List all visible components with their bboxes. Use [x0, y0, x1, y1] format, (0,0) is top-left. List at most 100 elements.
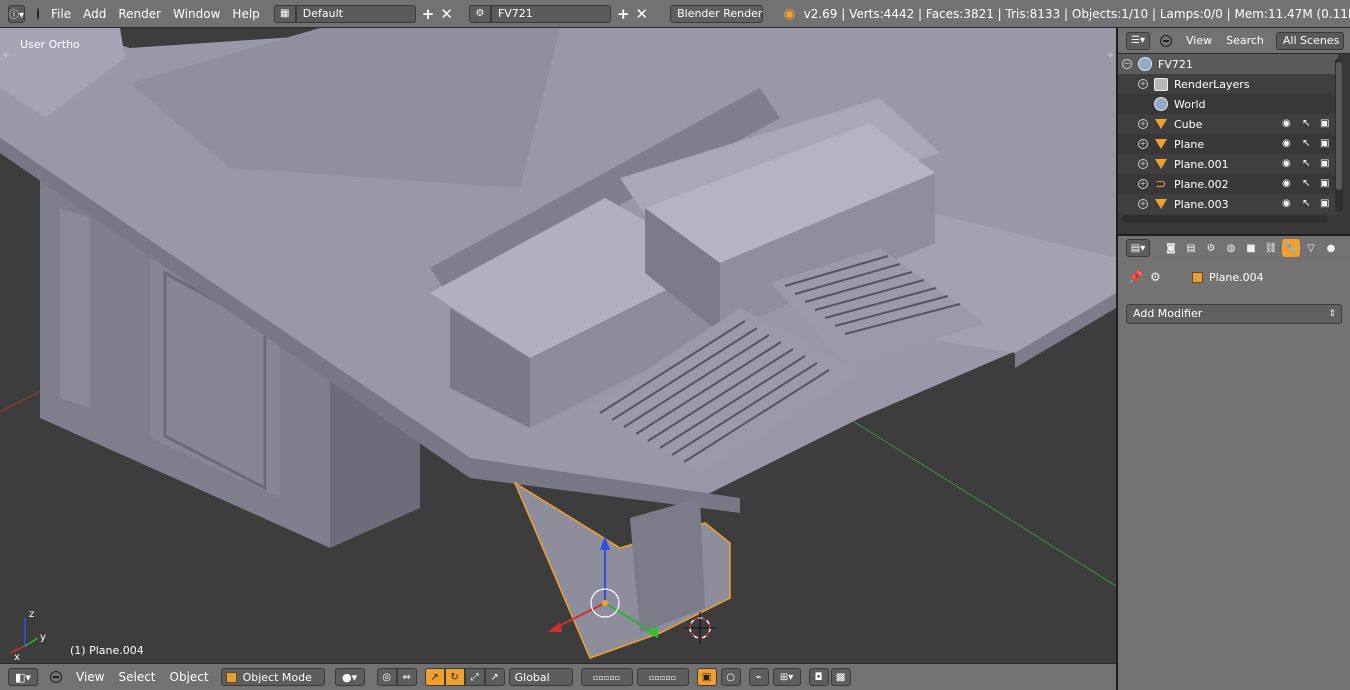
layers-top-row[interactable]: ▫▫▫▫▫ [580, 668, 633, 686]
properties-editor-type-icon[interactable]: ▤▾ [1126, 239, 1150, 257]
layers-bottom-row[interactable]: ▫▫▫▫▫ [636, 668, 689, 686]
world-icon[interactable]: ◍ [1222, 239, 1240, 257]
outliner-item-label[interactable]: Plane.002 [1174, 178, 1229, 191]
menu-render[interactable]: Render [118, 7, 161, 21]
render-icon[interactable]: ◙ [1162, 239, 1180, 257]
outliner-horizontal-scrollbar[interactable] [1122, 215, 1328, 223]
pivot-point-icon[interactable]: ◎ [376, 668, 397, 686]
remove-screen-icon[interactable]: ✕ [440, 5, 453, 23]
viewport-shading-select[interactable]: ●▾ [334, 668, 365, 686]
outliner-item-label[interactable]: FV721 [1158, 58, 1193, 71]
select-cursor-icon[interactable]: ↖ [1302, 198, 1310, 209]
render-camera-icon[interactable]: ▣ [1320, 198, 1329, 209]
material-icon[interactable]: ● [1322, 239, 1340, 257]
expand-toggle-icon[interactable]: + [1138, 159, 1148, 169]
outliner-row[interactable]: World [1118, 94, 1338, 114]
eye-icon[interactable]: ◉ [1282, 118, 1291, 129]
outliner-item-label[interactable]: RenderLayers [1174, 78, 1250, 91]
lock-camera-icon[interactable]: ▣ [696, 668, 717, 686]
remove-scene-icon[interactable]: ✕ [636, 5, 649, 23]
curve-object-icon: ⊃ [1155, 176, 1167, 192]
screen-layout-icon[interactable]: ▦ [273, 4, 296, 23]
scene-icon [1138, 57, 1152, 71]
mode-select[interactable]: Object Mode [220, 668, 325, 686]
scale-manipulator-icon[interactable]: ⤢ [464, 668, 485, 686]
menu-object[interactable]: Object [170, 670, 209, 684]
object-icon[interactable]: ■ [1242, 239, 1260, 257]
outliner-item-label[interactable]: Plane.001 [1174, 158, 1229, 171]
menu-select[interactable]: Select [118, 670, 155, 684]
properties-header: ▤▾ ◙ ▤ ⚙ ◍ ■ ⛓ 🔧 ▽ ● [1118, 234, 1350, 260]
render-layers-icon[interactable]: ▤ [1182, 239, 1200, 257]
outliner-tree[interactable]: − FV721 + RenderLayers World + Cube ◉ ↖ ▣ + Plane ◉ ↖… [1118, 54, 1350, 214]
outliner-editor-type-icon[interactable]: ☰▾ [1126, 31, 1150, 50]
select-cursor-icon[interactable]: ↖ [1302, 158, 1310, 169]
collapse-menus-icon[interactable] [37, 7, 40, 20]
outliner-item-label[interactable]: Cube [1174, 118, 1202, 131]
expand-toggle-icon[interactable]: + [1138, 79, 1148, 89]
menu-add[interactable]: Add [83, 7, 106, 21]
outliner-item-label[interactable]: World [1174, 98, 1206, 111]
render-animation-icon[interactable]: ▩ [830, 668, 851, 686]
outliner-item-label[interactable]: Plane [1174, 138, 1204, 151]
add-scene-icon[interactable]: + [617, 5, 630, 23]
menu-file[interactable]: File [51, 7, 71, 21]
outliner-row[interactable]: − FV721 [1118, 54, 1338, 74]
info-icon[interactable]: ⓘ▾ [8, 4, 26, 23]
render-camera-icon[interactable]: ▣ [1320, 138, 1329, 149]
transform-orientation-select[interactable]: Global [508, 668, 573, 686]
outliner-item-label[interactable]: Plane.003 [1174, 198, 1229, 211]
select-cursor-icon[interactable]: ↖ [1302, 138, 1310, 149]
outliner-menu-view[interactable]: View [1186, 34, 1212, 47]
scene-field[interactable]: FV721 [490, 4, 611, 23]
outliner-collapse-icon[interactable] [1160, 34, 1172, 47]
3d-view-editor-type-icon[interactable]: ◧▾ [8, 668, 38, 686]
rotate-manipulator-icon[interactable]: ↻ [444, 668, 465, 686]
select-cursor-icon[interactable]: ↖ [1302, 178, 1310, 189]
expand-toggle-icon[interactable]: + [1138, 179, 1148, 189]
outliner-scroll-thumb[interactable] [1336, 62, 1342, 190]
expand-toggle-icon[interactable]: + [1138, 139, 1148, 149]
render-engine-select[interactable]: Blender Render [670, 4, 764, 23]
menu-help[interactable]: Help [232, 7, 259, 21]
axis-y-label: y [40, 632, 46, 643]
add-modifier-label: Add Modifier [1133, 307, 1203, 320]
render-camera-icon[interactable]: ▣ [1320, 118, 1329, 129]
expand-toggle-icon[interactable]: + [1138, 119, 1148, 129]
eye-icon[interactable]: ◉ [1282, 178, 1291, 189]
expand-toggle-icon[interactable]: + [1138, 199, 1148, 209]
eye-icon[interactable]: ◉ [1282, 158, 1291, 169]
object-mode-icon [225, 671, 237, 683]
viewport-scene[interactable]: z y x + + [0, 28, 1116, 663]
translate-manipulator-icon[interactable]: ↗ [424, 668, 445, 686]
view-name-label: User Ortho [20, 38, 80, 51]
eye-icon[interactable]: ◉ [1282, 198, 1291, 209]
expand-toggle-icon[interactable]: − [1122, 59, 1132, 69]
data-icon[interactable]: ▽ [1302, 239, 1320, 257]
manipulator-orientation-icon[interactable]: ↗ [484, 668, 505, 686]
3d-view-collapse-icon[interactable] [50, 671, 62, 683]
outliner-display-mode-select[interactable]: All Scenes [1275, 31, 1344, 50]
proportional-edit-icon[interactable]: ○ [720, 668, 741, 686]
outliner-row[interactable]: + RenderLayers [1118, 74, 1338, 94]
snap-element-icon[interactable]: ⊞▾ [772, 668, 801, 686]
snap-toggle-icon[interactable]: ⌁ [748, 668, 769, 686]
outliner-menu-search[interactable]: Search [1226, 34, 1264, 47]
select-cursor-icon[interactable]: ↖ [1302, 118, 1310, 129]
eye-icon[interactable]: ◉ [1282, 138, 1291, 149]
add-screen-icon[interactable]: + [422, 5, 435, 23]
constraints-icon[interactable]: ⛓ [1262, 239, 1280, 257]
add-modifier-dropdown[interactable]: Add Modifier ⇕ [1126, 304, 1342, 324]
scene-icon[interactable]: ⚙ [468, 4, 491, 23]
pin-icon[interactable]: 📌 [1128, 270, 1143, 284]
menu-window[interactable]: Window [173, 7, 220, 21]
manipulator-toggle-icon[interactable]: ⇔ [396, 668, 417, 686]
3d-viewport[interactable]: z y x + + User Ortho (1) Plane.004 [0, 28, 1116, 663]
render-still-icon[interactable]: ◘ [808, 668, 829, 686]
render-camera-icon[interactable]: ▣ [1320, 158, 1329, 169]
render-camera-icon[interactable]: ▣ [1320, 178, 1329, 189]
scene-icon[interactable]: ⚙ [1202, 239, 1220, 257]
menu-view[interactable]: View [76, 670, 104, 684]
screen-layout-field[interactable]: Default [295, 4, 416, 23]
modifiers-icon[interactable]: 🔧 [1282, 239, 1300, 257]
